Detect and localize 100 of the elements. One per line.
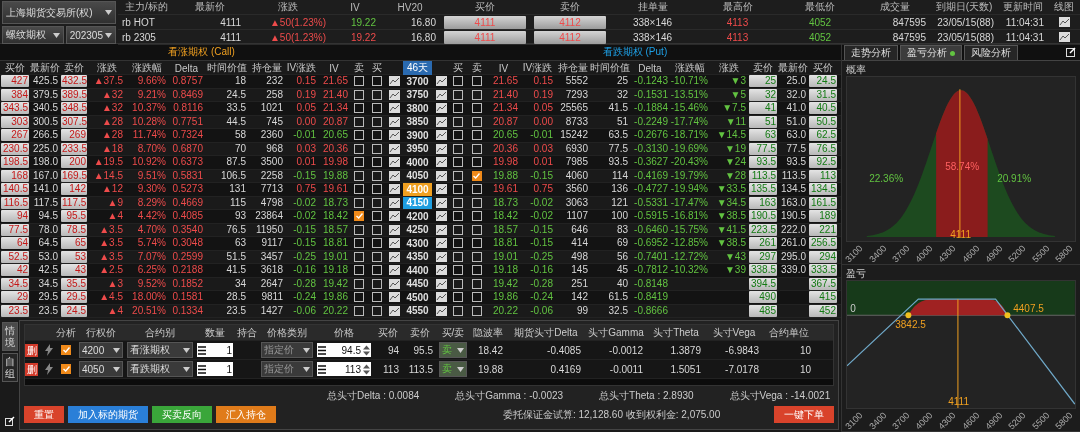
chart-icon[interactable] — [1058, 32, 1070, 42]
chart-icon[interactable] — [435, 184, 447, 195]
product-dropdown[interactable]: 螺纹期权 — [2, 26, 64, 44]
sell-checkbox[interactable] — [471, 211, 482, 222]
side-tab[interactable]: 情境 — [1, 322, 18, 351]
buy-checkbox[interactable] — [371, 224, 382, 235]
chart-icon[interactable] — [388, 103, 400, 114]
chart-icon[interactable] — [435, 278, 447, 289]
chart-icon[interactable] — [388, 143, 400, 154]
spinner-icon[interactable] — [363, 344, 370, 356]
buy-checkbox[interactable] — [453, 157, 463, 168]
bid-price-button[interactable]: 134.5 — [809, 183, 837, 196]
quantity-field[interactable]: 1 — [197, 362, 233, 376]
sell-checkbox[interactable] — [471, 238, 482, 249]
ask-price-button[interactable]: 29.5 — [61, 291, 87, 304]
chart-icon[interactable] — [435, 211, 447, 222]
buy-checkbox[interactable] — [453, 224, 463, 235]
quantity-field[interactable]: 1 — [197, 343, 233, 357]
sell-checkbox[interactable] — [354, 238, 364, 249]
edit-icon[interactable] — [4, 416, 15, 426]
symbol[interactable]: rb HOT — [118, 16, 175, 28]
chart-icon[interactable] — [435, 130, 447, 141]
sell-checkbox[interactable] — [471, 224, 482, 235]
ask-price-button[interactable]: 41 — [749, 102, 777, 115]
price-field[interactable]: 113 — [317, 362, 371, 376]
chart-icon[interactable] — [388, 170, 400, 181]
bid-price-button[interactable]: 64 — [1, 237, 29, 250]
sell-checkbox[interactable] — [354, 130, 364, 141]
bid-price-button[interactable]: 189 — [809, 210, 837, 223]
buy-checkbox[interactable] — [453, 89, 463, 100]
chart-icon[interactable] — [388, 292, 400, 303]
chart-icon[interactable] — [388, 278, 400, 289]
ask-price-button[interactable]: 432.5 — [61, 75, 87, 88]
chart-icon[interactable] — [388, 197, 400, 208]
buy-checkbox[interactable] — [453, 305, 463, 316]
bid-price-button[interactable]: 267 — [1, 129, 29, 142]
side-tab[interactable]: 自组 — [1, 353, 18, 382]
sell-checkbox[interactable] — [471, 292, 482, 303]
sell-checkbox[interactable] — [354, 76, 364, 87]
chart-icon[interactable] — [435, 305, 447, 316]
buy-checkbox[interactable] — [371, 76, 382, 87]
buy-checkbox[interactable] — [371, 238, 382, 249]
sell-checkbox[interactable] — [354, 197, 364, 208]
sell-checkbox[interactable] — [354, 170, 364, 181]
sell-checkbox[interactable] — [471, 170, 482, 181]
analyze-checkbox[interactable] — [61, 364, 71, 374]
chart-icon[interactable] — [435, 143, 447, 154]
buy-checkbox[interactable] — [371, 170, 382, 181]
chart-icon[interactable] — [435, 170, 447, 181]
buy-checkbox[interactable] — [453, 251, 463, 262]
buy-checkbox[interactable] — [371, 292, 382, 303]
analysis-tab[interactable]: 盈亏分析 — [900, 45, 963, 60]
buy-checkbox[interactable] — [371, 116, 382, 127]
sell-checkbox[interactable] — [471, 265, 482, 276]
sell-checkbox[interactable] — [354, 292, 364, 303]
sell-checkbox[interactable] — [471, 197, 482, 208]
bid-price-button[interactable]: 29 — [1, 291, 29, 304]
buy-checkbox[interactable] — [453, 103, 463, 114]
symbol[interactable]: rb 2305 — [118, 31, 175, 43]
lightning-icon[interactable] — [45, 344, 53, 356]
bid-price-button[interactable]: 343.5 — [1, 102, 29, 115]
chart-icon[interactable] — [435, 224, 447, 235]
bid-price-button[interactable]: 140.5 — [1, 183, 29, 196]
buy-checkbox[interactable] — [453, 278, 463, 289]
sell-checkbox[interactable] — [471, 143, 482, 154]
sell-checkbox[interactable] — [354, 211, 364, 222]
sell-checkbox[interactable] — [354, 157, 364, 168]
ask-price-button[interactable]: 135.5 — [749, 183, 777, 196]
exchange-dropdown[interactable]: 上海期货交易所(权) — [2, 1, 116, 24]
expiry-tab[interactable]: 46天 — [403, 61, 432, 75]
price-type-dropdown[interactable]: 指定价 — [261, 361, 313, 377]
ask-price-button[interactable]: 261 — [749, 237, 777, 250]
bid-price-button[interactable]: 62.5 — [809, 129, 837, 142]
spinner-icon[interactable] — [363, 363, 370, 375]
bid-price-button[interactable]: 40.5 — [809, 102, 837, 115]
side-dropdown[interactable]: 卖 — [439, 342, 467, 358]
sell-checkbox[interactable] — [354, 143, 364, 154]
action-button[interactable]: 买卖反向 — [152, 406, 212, 423]
action-button[interactable]: 重置 — [24, 406, 64, 423]
ask-price-button[interactable]: 348.5 — [61, 102, 87, 115]
chart-icon[interactable] — [388, 116, 400, 127]
buy-checkbox[interactable] — [453, 292, 463, 303]
sell-checkbox[interactable] — [354, 116, 364, 127]
sell-checkbox[interactable] — [354, 251, 364, 262]
buy-checkbox[interactable] — [371, 89, 382, 100]
ask-price-button[interactable]: 43 — [61, 264, 87, 277]
buy-checkbox[interactable] — [453, 170, 463, 181]
chart-icon[interactable] — [435, 238, 447, 249]
sell-checkbox[interactable] — [471, 305, 482, 316]
bid-price-button[interactable]: 427 — [1, 75, 29, 88]
sell-checkbox[interactable] — [354, 224, 364, 235]
sell-checkbox[interactable] — [471, 278, 482, 289]
chart-icon[interactable] — [388, 305, 400, 316]
analysis-tab[interactable]: 走势分析 — [844, 45, 899, 60]
bid-price-button[interactable]: 256.5 — [809, 237, 837, 250]
buy-checkbox[interactable] — [453, 116, 463, 127]
chart-icon[interactable] — [435, 103, 447, 114]
sell-checkbox[interactable] — [471, 251, 482, 262]
buy-checkbox[interactable] — [371, 305, 382, 316]
sell-checkbox[interactable] — [471, 130, 482, 141]
